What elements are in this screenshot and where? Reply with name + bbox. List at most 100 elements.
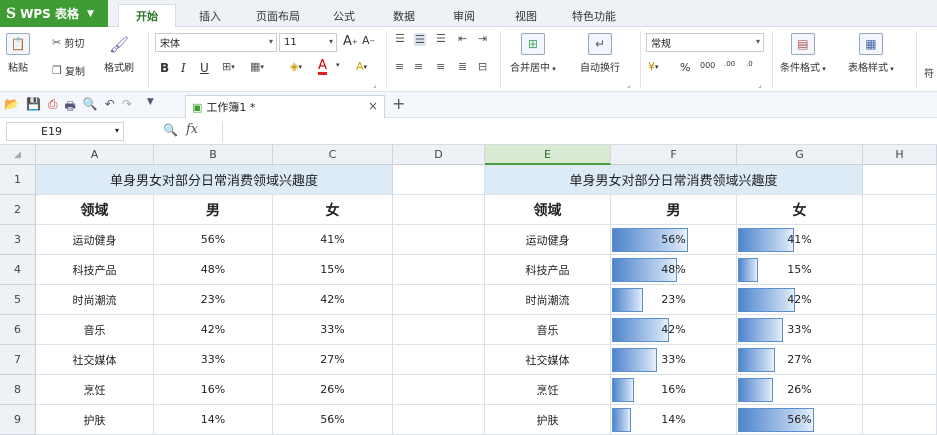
currency-button[interactable]: ¥ ▾ bbox=[648, 61, 659, 72]
cell[interactable] bbox=[863, 315, 937, 345]
alignment-dialog-launcher-icon[interactable]: ⌟ bbox=[627, 80, 631, 89]
tab-home[interactable]: 开始 bbox=[118, 4, 176, 27]
number-dialog-launcher-icon[interactable]: ⌟ bbox=[758, 80, 762, 89]
row-header-9[interactable]: 9 bbox=[0, 405, 36, 435]
name-box[interactable]: E19 ▾ bbox=[6, 122, 124, 141]
underline-button[interactable]: U bbox=[200, 61, 209, 75]
table2-header-field[interactable]: 领域 bbox=[485, 195, 611, 225]
cell[interactable] bbox=[393, 375, 485, 405]
font-dialog-launcher-icon[interactable]: ⌟ bbox=[373, 80, 377, 89]
table2-male-cell[interactable]: 48% bbox=[611, 255, 737, 285]
cell[interactable] bbox=[393, 285, 485, 315]
align-middle-button[interactable]: ☰ bbox=[414, 33, 426, 46]
table1-field-cell[interactable]: 运动健身 bbox=[36, 225, 154, 255]
table1-header-male[interactable]: 男 bbox=[154, 195, 273, 225]
undo-icon[interactable]: ↶ bbox=[105, 97, 115, 118]
row-header-5[interactable]: 5 bbox=[0, 285, 36, 315]
table2-female-cell[interactable]: 42% bbox=[737, 285, 863, 315]
cell[interactable] bbox=[863, 165, 937, 195]
table1-male-cell[interactable]: 16% bbox=[154, 375, 273, 405]
table1-male-cell[interactable]: 42% bbox=[154, 315, 273, 345]
align-right-button[interactable]: ≡ bbox=[436, 61, 445, 72]
table2-male-cell[interactable]: 33% bbox=[611, 345, 737, 375]
font-shrink-button[interactable]: A − bbox=[362, 34, 375, 47]
table2-female-cell[interactable]: 27% bbox=[737, 345, 863, 375]
tab-formulas[interactable]: 公式 bbox=[320, 4, 368, 27]
align-center-button[interactable]: ≡ bbox=[414, 61, 423, 72]
table1-field-cell[interactable]: 科技产品 bbox=[36, 255, 154, 285]
column-header-g[interactable]: G bbox=[737, 145, 863, 165]
print-preview-icon[interactable]: 🔍 bbox=[83, 97, 98, 118]
insert-function-button[interactable]: fx bbox=[186, 122, 198, 137]
font-color-dropdown[interactable]: ▾ bbox=[336, 61, 340, 69]
table2-male-cell[interactable]: 42% bbox=[611, 315, 737, 345]
table1-field-cell[interactable]: 时尚潮流 bbox=[36, 285, 154, 315]
table2-field-cell[interactable]: 烹饪 bbox=[485, 375, 611, 405]
clear-format-button[interactable]: A ▾ bbox=[356, 61, 367, 72]
table2-field-cell[interactable]: 时尚潮流 bbox=[485, 285, 611, 315]
italic-button[interactable]: I bbox=[181, 61, 186, 75]
table2-field-cell[interactable]: 科技产品 bbox=[485, 255, 611, 285]
bold-button[interactable]: B bbox=[160, 61, 169, 75]
table1-field-cell[interactable]: 烹饪 bbox=[36, 375, 154, 405]
table1-female-cell[interactable]: 41% bbox=[273, 225, 393, 255]
fill-color-button[interactable]: ◈ ▾ bbox=[290, 61, 302, 72]
table1-female-cell[interactable]: 27% bbox=[273, 345, 393, 375]
table1-male-cell[interactable]: 33% bbox=[154, 345, 273, 375]
column-header-c[interactable]: C bbox=[273, 145, 393, 165]
cell[interactable] bbox=[393, 405, 485, 435]
table1-female-cell[interactable]: 26% bbox=[273, 375, 393, 405]
border-button[interactable]: ⊞ ▾ bbox=[222, 61, 235, 72]
column-header-a[interactable]: A bbox=[36, 145, 154, 165]
tab-special[interactable]: 特色功能 bbox=[560, 4, 628, 27]
table1-male-cell[interactable]: 14% bbox=[154, 405, 273, 435]
cell[interactable] bbox=[863, 225, 937, 255]
tab-view[interactable]: 视图 bbox=[502, 4, 550, 27]
cell[interactable] bbox=[863, 195, 937, 225]
indent-decrease-button[interactable]: ⇤ bbox=[458, 33, 467, 44]
open-folder-icon[interactable]: 📂 bbox=[4, 97, 19, 118]
print-icon[interactable]: 🖶 bbox=[65, 97, 76, 118]
table1-field-cell[interactable]: 音乐 bbox=[36, 315, 154, 345]
tab-data[interactable]: 数据 bbox=[380, 4, 428, 27]
row-header-4[interactable]: 4 bbox=[0, 255, 36, 285]
row-header-2[interactable]: 2 bbox=[0, 195, 36, 225]
table2-female-cell[interactable]: 26% bbox=[737, 375, 863, 405]
table2-female-cell[interactable]: 56% bbox=[737, 405, 863, 435]
cell[interactable] bbox=[863, 405, 937, 435]
cell[interactable] bbox=[393, 225, 485, 255]
align-bottom-button[interactable]: ☰ bbox=[436, 33, 446, 44]
align-left-button[interactable]: ≡ bbox=[395, 61, 404, 72]
conditional-format-button[interactable]: ▤ 条件格式 ▾ bbox=[780, 33, 826, 74]
table1-title-cell[interactable]: 单身男女对部分日常消费领域兴趣度 bbox=[36, 165, 393, 195]
tab-review[interactable]: 审阅 bbox=[440, 4, 488, 27]
table1-male-cell[interactable]: 23% bbox=[154, 285, 273, 315]
document-tab[interactable]: ▣ 工作簿1 * × bbox=[185, 95, 385, 118]
distribute-button[interactable]: ⊟ bbox=[478, 61, 487, 72]
row-header-3[interactable]: 3 bbox=[0, 225, 36, 255]
row-header-8[interactable]: 8 bbox=[0, 375, 36, 405]
column-header-h[interactable]: H bbox=[863, 145, 937, 165]
font-size-select[interactable]: 11 ▾ bbox=[279, 33, 337, 52]
table2-female-cell[interactable]: 33% bbox=[737, 315, 863, 345]
row-header-6[interactable]: 6 bbox=[0, 315, 36, 345]
cell[interactable] bbox=[393, 315, 485, 345]
cell[interactable] bbox=[393, 195, 485, 225]
select-all-corner[interactable]: ◢ bbox=[0, 145, 36, 165]
table2-female-cell[interactable]: 15% bbox=[737, 255, 863, 285]
tab-insert[interactable]: 插入 bbox=[186, 4, 234, 27]
column-header-e[interactable]: E bbox=[485, 145, 611, 165]
cell[interactable] bbox=[863, 285, 937, 315]
table1-female-cell[interactable]: 15% bbox=[273, 255, 393, 285]
font-color-button[interactable]: A bbox=[318, 59, 327, 75]
cell[interactable] bbox=[393, 345, 485, 375]
zoom-formula-icon[interactable]: 🔍 bbox=[163, 123, 178, 137]
font-grow-button[interactable]: A + bbox=[343, 34, 358, 49]
table2-field-cell[interactable]: 护肤 bbox=[485, 405, 611, 435]
cell[interactable] bbox=[863, 255, 937, 285]
indent-increase-button[interactable]: ⇥ bbox=[478, 33, 487, 44]
align-top-button[interactable]: ☰ bbox=[395, 33, 405, 44]
table2-field-cell[interactable]: 社交媒体 bbox=[485, 345, 611, 375]
close-icon[interactable]: × bbox=[368, 99, 378, 113]
table1-female-cell[interactable]: 56% bbox=[273, 405, 393, 435]
